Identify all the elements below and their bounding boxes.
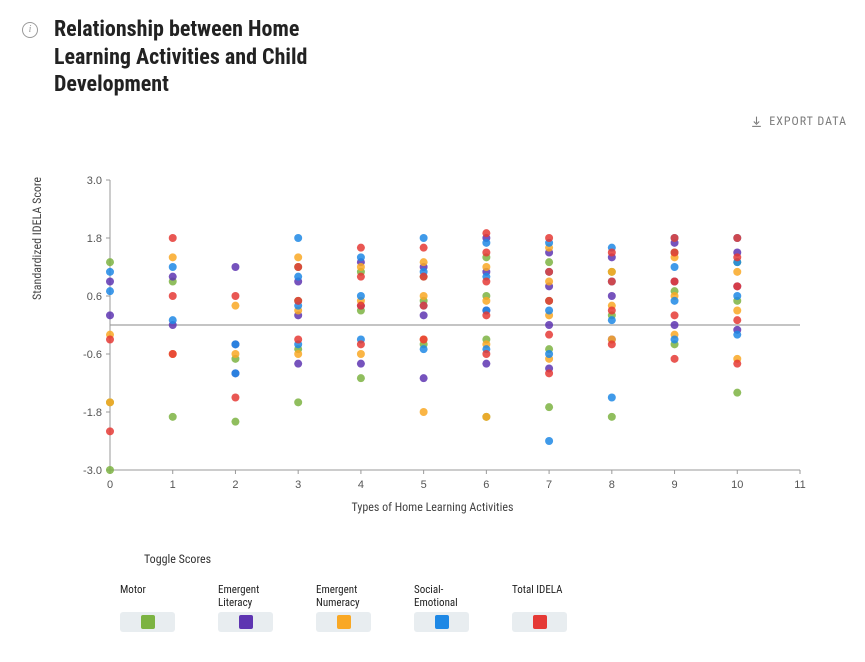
svg-text:2: 2 [232, 479, 238, 491]
legend-label: Social-Emotional [414, 584, 484, 610]
legend-item[interactable]: Total IDELA [512, 584, 582, 632]
x-axis-label: Types of Home Learning Activities [0, 500, 865, 514]
export-label: EXPORT DATA [769, 114, 847, 128]
svg-text:3.0: 3.0 [87, 175, 102, 187]
legend-swatch [120, 612, 175, 632]
legend-swatch [512, 612, 567, 632]
legend-label: Emergent Literacy [218, 584, 288, 610]
legend-item[interactable]: Motor [120, 584, 190, 632]
legend-item[interactable]: Emergent Literacy [218, 584, 288, 632]
legend-item[interactable]: Social-Emotional [414, 584, 484, 632]
legend-swatch [316, 612, 371, 632]
export-data-button[interactable]: EXPORT DATA [750, 114, 847, 128]
svg-text:0.6: 0.6 [87, 291, 102, 303]
svg-text:-0.6: -0.6 [83, 349, 102, 361]
page-title: Relationship between Home Learning Activ… [54, 16, 334, 99]
download-icon [750, 115, 763, 128]
header-row: i Relationship between Home Learning Act… [22, 16, 843, 99]
svg-text:9: 9 [671, 479, 677, 491]
svg-text:-3.0: -3.0 [83, 465, 102, 477]
svg-text:0: 0 [107, 479, 113, 491]
svg-text:1: 1 [170, 479, 176, 491]
svg-text:-1.8: -1.8 [83, 407, 102, 419]
info-icon[interactable]: i [22, 22, 38, 38]
page-root: i Relationship between Home Learning Act… [0, 0, 865, 662]
legend: Toggle Scores Motor Emergent Literacy Emer… [120, 552, 640, 632]
svg-text:6: 6 [483, 479, 489, 491]
legend-label: Emergent Numeracy [316, 584, 386, 610]
legend-row: Motor Emergent Literacy Emergent Numeracy S… [120, 584, 640, 632]
y-axis-label: Standardized IDELA Score [30, 177, 44, 300]
svg-text:7: 7 [546, 479, 552, 491]
svg-text:4: 4 [358, 479, 364, 491]
svg-text:8: 8 [609, 479, 615, 491]
svg-text:3: 3 [295, 479, 301, 491]
legend-title: Toggle Scores [144, 552, 640, 566]
svg-text:10: 10 [731, 479, 743, 491]
svg-text:11: 11 [794, 479, 805, 491]
svg-text:1.8: 1.8 [87, 233, 102, 245]
svg-text:5: 5 [421, 479, 427, 491]
legend-label: Motor [120, 584, 146, 610]
legend-label: Total IDELA [512, 584, 562, 610]
legend-swatch [414, 612, 469, 632]
legend-item[interactable]: Emergent Numeracy [316, 584, 386, 632]
legend-swatch [218, 612, 273, 632]
scatter-chart: -3.0 -1.8 -0.6 0.6 1.8 3.0 0 1 2 3 4 5 6 7 8 9 10 11 [60, 170, 820, 500]
